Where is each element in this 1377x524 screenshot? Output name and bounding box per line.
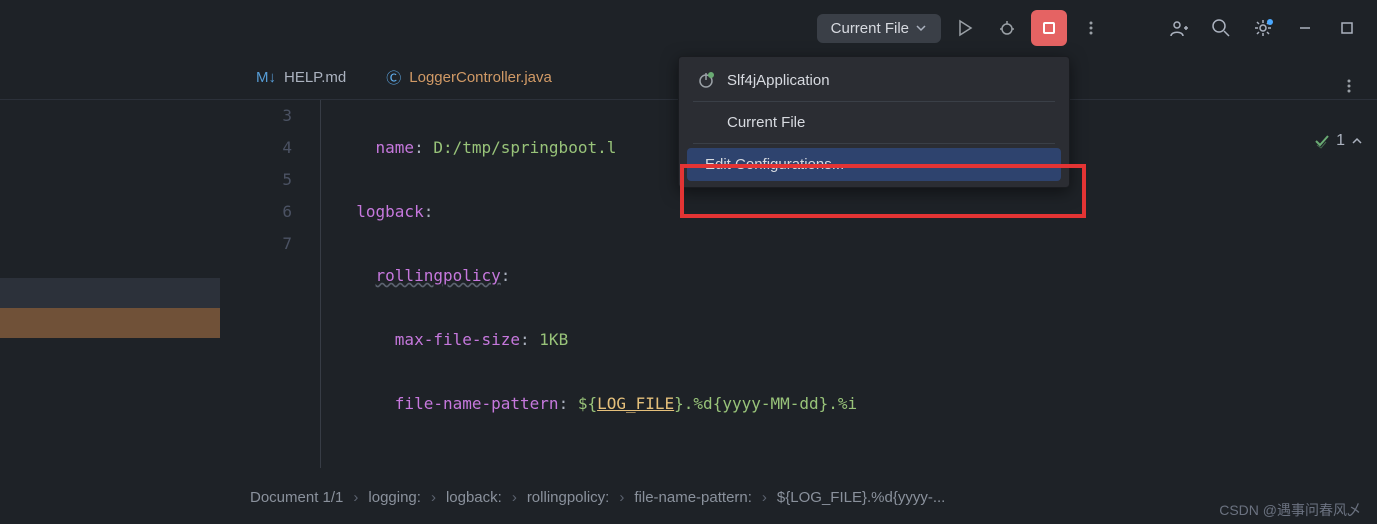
tab-help-md[interactable]: M↓ HELP.md <box>248 69 354 86</box>
stop-icon <box>1041 20 1057 36</box>
person-add-icon <box>1169 18 1189 38</box>
menu-label: Current File <box>727 114 805 131</box>
chevron-down-icon <box>915 22 927 34</box>
line-gutter: 3 4 5 6 7 <box>233 100 321 468</box>
menu-separator <box>693 101 1055 102</box>
menu-item-slf4j[interactable]: Slf4jApplication <box>679 63 1069 97</box>
code-with-me-button[interactable] <box>1161 10 1197 46</box>
stop-button[interactable] <box>1031 10 1067 46</box>
maximize-button[interactable] <box>1329 10 1365 46</box>
sidebar <box>0 278 220 338</box>
watermark: CSDN @遇事问春风乄 <box>1219 500 1361 520</box>
sidebar-item[interactable] <box>0 278 220 308</box>
play-icon <box>956 19 974 37</box>
kebab-icon <box>1083 20 1099 36</box>
main-toolbar: Current File <box>0 0 1377 56</box>
tab-logger-controller[interactable]: Ⓒ LoggerController.java <box>378 67 560 88</box>
more-actions-button[interactable] <box>1073 10 1109 46</box>
run-button[interactable] <box>947 10 983 46</box>
menu-separator <box>693 143 1055 144</box>
menu-item-edit-configs[interactable]: Edit Configurations... <box>687 148 1061 181</box>
menu-label: Slf4jApplication <box>727 72 830 89</box>
run-config-menu: Slf4jApplication Current File Edit Confi… <box>678 56 1070 188</box>
tab-label: HELP.md <box>284 69 346 86</box>
tab-options-button[interactable] <box>1331 68 1367 104</box>
power-icon <box>697 71 715 89</box>
class-icon: Ⓒ <box>386 67 401 88</box>
search-icon <box>1211 18 1231 38</box>
settings-button[interactable] <box>1245 10 1281 46</box>
minimize-button[interactable] <box>1287 10 1323 46</box>
bug-icon <box>998 19 1016 37</box>
chevron-up-icon <box>1351 135 1363 147</box>
run-config-label: Current File <box>831 20 909 37</box>
menu-label: Edit Configurations... <box>705 156 844 173</box>
menu-item-current-file[interactable]: Current File <box>679 106 1069 139</box>
run-config-dropdown[interactable]: Current File <box>817 14 941 43</box>
maximize-icon <box>1339 20 1355 36</box>
breadcrumb[interactable]: Document 1/1› logging:› logback:› rollin… <box>250 489 1357 506</box>
kebab-icon <box>1341 78 1357 94</box>
markdown-icon: M↓ <box>256 69 276 86</box>
tab-label: LoggerController.java <box>409 69 552 86</box>
search-button[interactable] <box>1203 10 1239 46</box>
check-icon <box>1314 133 1330 149</box>
sidebar-item[interactable] <box>0 308 220 338</box>
minimize-icon <box>1297 20 1313 36</box>
problems-count: 1 <box>1336 132 1345 150</box>
debug-button[interactable] <box>989 10 1025 46</box>
inspection-widget[interactable]: 1 <box>1314 132 1363 150</box>
